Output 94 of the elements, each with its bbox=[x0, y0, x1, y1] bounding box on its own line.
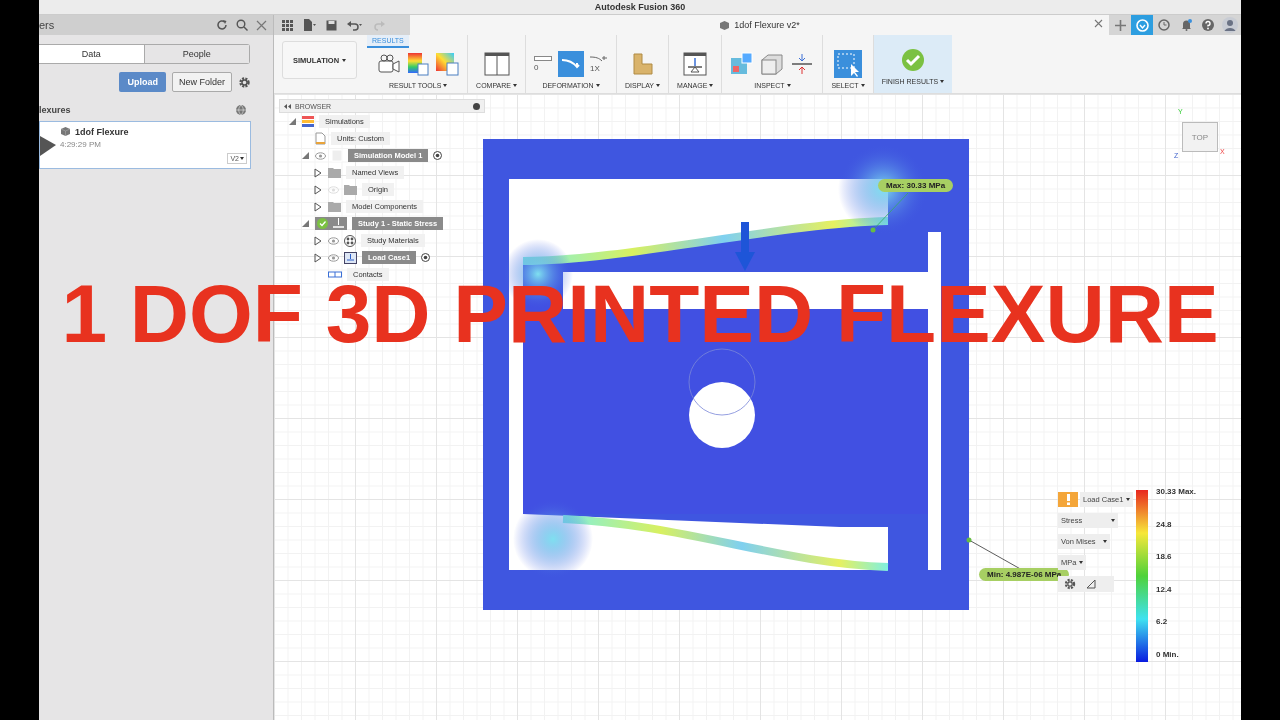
camera-icon bbox=[377, 53, 402, 75]
contour-plot-icon bbox=[435, 52, 460, 76]
scale-value: 18.6 bbox=[1156, 552, 1173, 562]
caret-icon bbox=[1103, 540, 1107, 543]
expand-triangle-icon[interactable] bbox=[314, 235, 322, 246]
caret-icon bbox=[709, 84, 714, 87]
app-grid-icon[interactable] bbox=[282, 19, 293, 31]
scale-value: 30.33 Max. bbox=[1156, 487, 1197, 496]
expand-corner-icon[interactable] bbox=[1086, 579, 1096, 589]
split-view-icon bbox=[483, 52, 510, 76]
load-icon bbox=[332, 218, 345, 229]
check-circle-icon bbox=[317, 218, 328, 229]
scale-value: 6.2 bbox=[1156, 617, 1169, 627]
file-icon[interactable] bbox=[303, 19, 316, 31]
activate-radio-icon[interactable] bbox=[433, 151, 443, 160]
load-manager-icon bbox=[683, 52, 708, 76]
reaction-force-icon bbox=[790, 52, 815, 76]
collapse-panel-icon[interactable] bbox=[284, 103, 291, 109]
max-stress-label: Max: 30.33 MPa bbox=[878, 179, 954, 192]
eye-icon[interactable] bbox=[328, 253, 339, 262]
undeformed-beam-icon[interactable] bbox=[534, 56, 552, 62]
caret-icon bbox=[595, 84, 600, 87]
new-folder-button[interactable]: New Folder bbox=[172, 72, 232, 92]
caret-icon bbox=[860, 84, 865, 87]
caret-icon bbox=[1079, 561, 1084, 564]
caret-icon bbox=[513, 84, 517, 87]
clock-icon[interactable] bbox=[1158, 19, 1170, 31]
load-case-icon bbox=[344, 251, 357, 264]
caret-icon bbox=[940, 80, 945, 83]
panel-tab[interactable]: People bbox=[143, 45, 249, 63]
material-icon bbox=[344, 234, 356, 247]
pin-icon[interactable] bbox=[473, 102, 480, 110]
globe-icon[interactable] bbox=[235, 104, 247, 116]
upload-button[interactable]: Upload bbox=[119, 72, 166, 92]
check-circle-icon bbox=[900, 48, 925, 72]
folder-icon bbox=[328, 201, 341, 212]
avatar-icon[interactable] bbox=[1222, 17, 1238, 33]
expand-triangle-icon[interactable] bbox=[314, 201, 322, 212]
leader-line bbox=[870, 192, 910, 234]
caret-icon bbox=[656, 84, 661, 87]
scale-value: 0 Min. bbox=[1156, 649, 1180, 659]
search-icon[interactable] bbox=[236, 19, 248, 31]
expand-triangle-icon[interactable] bbox=[314, 252, 322, 263]
document-title: 1dof Flexure v2* bbox=[734, 20, 800, 30]
panel-tab[interactable]: Data bbox=[39, 45, 144, 63]
color-plot-icon bbox=[407, 52, 430, 76]
settings-icon[interactable] bbox=[1064, 578, 1076, 590]
collapse-triangle-icon[interactable] bbox=[300, 219, 310, 228]
cube-icon bbox=[719, 19, 731, 31]
caret-icon bbox=[786, 84, 791, 87]
close-icon[interactable] bbox=[1094, 19, 1103, 28]
activate-radio-icon[interactable] bbox=[421, 253, 431, 262]
help-icon[interactable] bbox=[1202, 19, 1214, 31]
expand-triangle-icon[interactable] bbox=[314, 184, 322, 195]
expand-triangle-icon[interactable] bbox=[314, 167, 322, 178]
selection-box-icon bbox=[834, 50, 862, 78]
eye-icon[interactable] bbox=[315, 151, 326, 160]
result-list-icon bbox=[302, 115, 314, 128]
scale-value: 24.8 bbox=[1156, 519, 1173, 529]
eye-icon[interactable] bbox=[328, 236, 339, 245]
undo-icon[interactable] bbox=[347, 19, 363, 31]
probe-plot-icon bbox=[730, 52, 755, 76]
folder-title: lexures bbox=[39, 105, 71, 115]
sync-icon[interactable] bbox=[1135, 18, 1149, 32]
scale-label: 1X bbox=[590, 64, 601, 73]
cube-icon bbox=[760, 52, 785, 76]
scale-value: 12.4 bbox=[1156, 584, 1173, 594]
caret-icon bbox=[1126, 498, 1131, 501]
document-tab[interactable]: 1dof Flexure v2* bbox=[410, 15, 1109, 35]
scaled-beam-icon[interactable] bbox=[590, 55, 608, 63]
caret-icon bbox=[1111, 519, 1115, 522]
file-name: 1dof Flexure bbox=[75, 126, 129, 137]
collapse-triangle-icon[interactable] bbox=[287, 117, 297, 126]
caret-icon bbox=[342, 58, 347, 62]
cube-icon bbox=[60, 126, 71, 137]
settings-icon[interactable] bbox=[238, 75, 251, 89]
contact-icon bbox=[328, 270, 342, 279]
folder-icon bbox=[328, 167, 341, 178]
refresh-icon[interactable] bbox=[216, 19, 228, 31]
min-stress-label: Min: 4.987E-06 MPa bbox=[979, 568, 1070, 581]
plus-icon[interactable] bbox=[1114, 19, 1126, 31]
bell-icon[interactable] bbox=[1180, 19, 1192, 31]
document-icon bbox=[315, 132, 326, 145]
caret-icon bbox=[443, 84, 448, 87]
save-icon[interactable] bbox=[326, 19, 337, 31]
caret-icon bbox=[240, 157, 244, 160]
scale-label: 0 bbox=[534, 63, 540, 72]
blocks-icon bbox=[631, 52, 654, 76]
deformed-beam-icon[interactable] bbox=[561, 57, 581, 71]
folder-icon bbox=[344, 184, 357, 195]
file-time: 4:29:29 PM bbox=[60, 140, 102, 149]
close-icon[interactable] bbox=[256, 19, 267, 31]
collapse-triangle-icon[interactable] bbox=[300, 151, 310, 160]
window-title: Autodesk Fusion 360 bbox=[594, 2, 686, 12]
